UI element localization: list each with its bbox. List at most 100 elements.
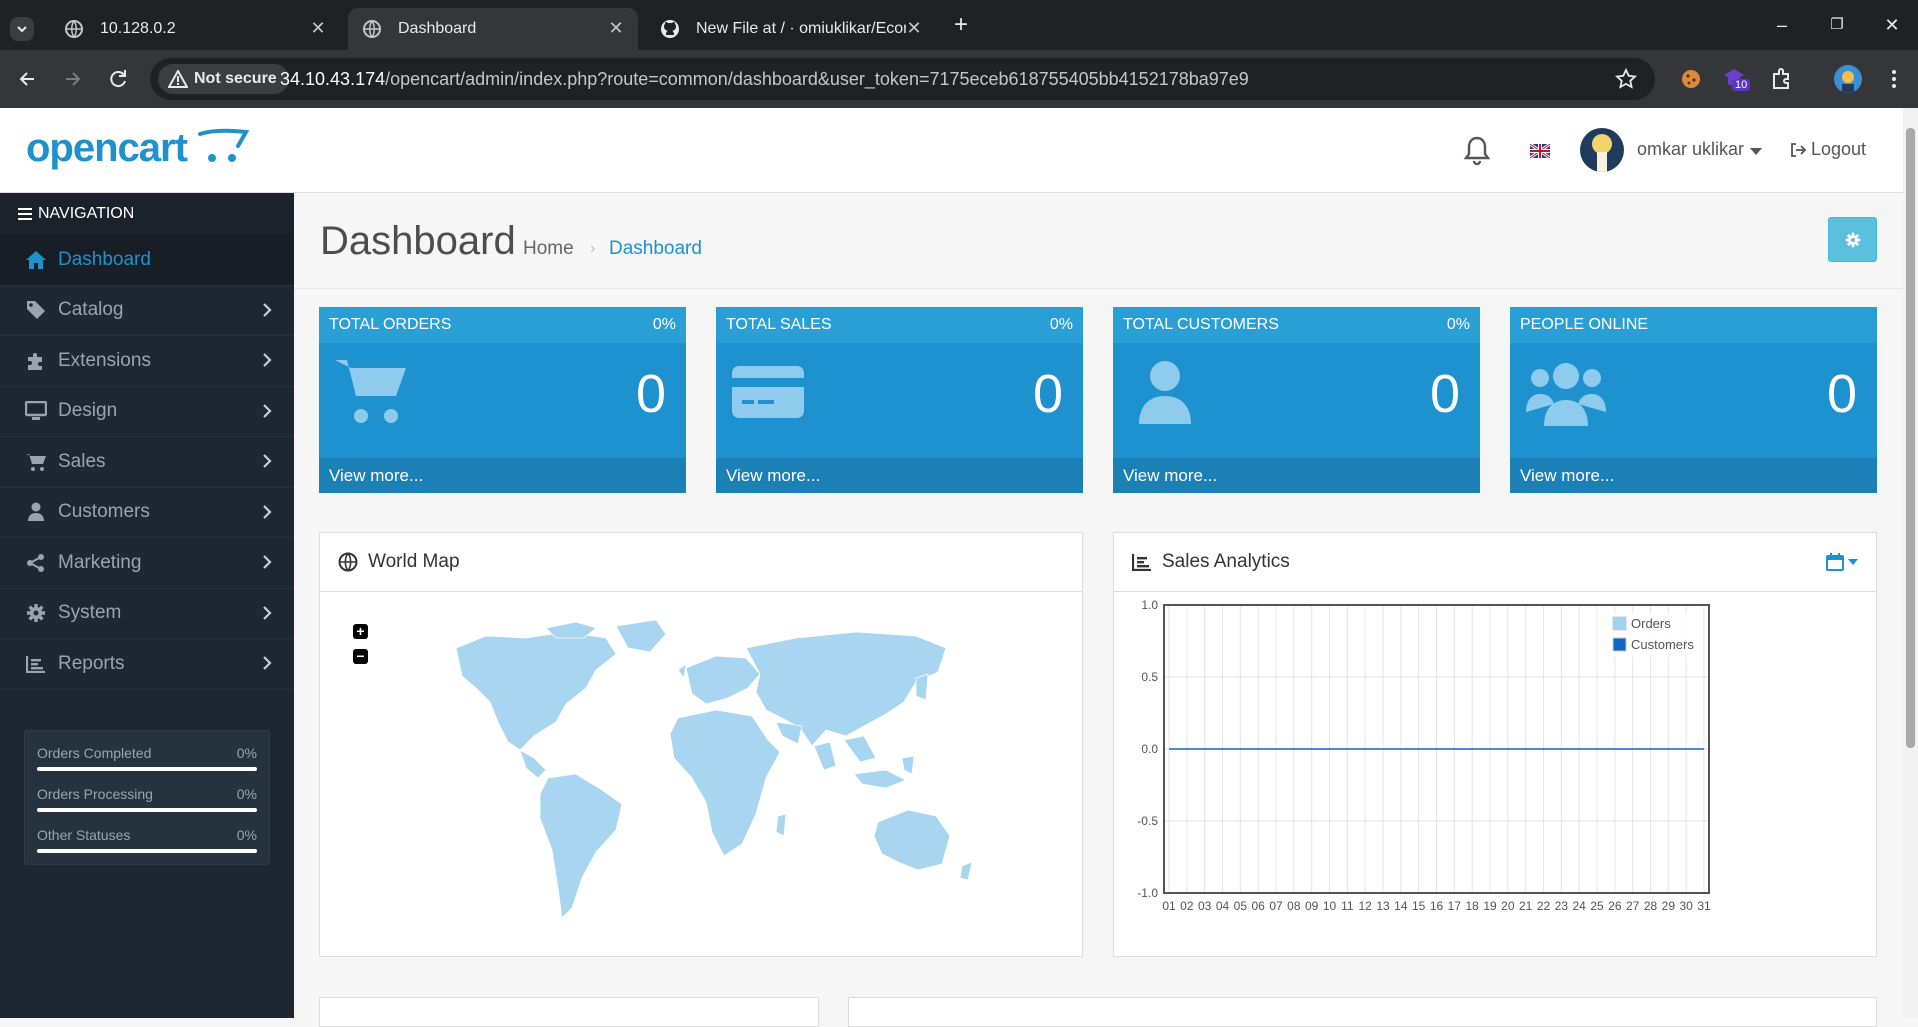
tile-value: 0 [1429,364,1460,424]
tile-view-more-link[interactable]: View more... [1113,458,1480,493]
stat-value: 0% [236,745,257,761]
minimize-button[interactable]: – [1767,12,1797,38]
x-tick-label: 08 [1287,899,1301,913]
close-icon[interactable]: ✕ [904,18,924,38]
map-zoom-out-button[interactable]: − [353,649,368,664]
x-tick-label: 29 [1662,899,1676,913]
tile-value: 0 [1032,364,1063,424]
chevron-right-icon [263,403,272,418]
sidebar-item-label: Design [58,400,118,422]
tile-percent: 0% [1049,316,1073,333]
logout-link[interactable]: Logout [1790,139,1866,160]
tile-header: TOTAL SALES 0% [716,307,1083,343]
caret-down-icon[interactable] [1750,148,1762,156]
sidebar-item-marketing[interactable]: Marketing [0,538,294,589]
address-bar[interactable]: Not secure 34.10.43.174/opencart/admin/i… [150,58,1655,100]
tile-percent: 0% [1446,316,1470,333]
stat-other-statuses: Other Statuses 0% [37,825,257,866]
bell-icon[interactable] [1462,134,1492,168]
close-icon[interactable]: ✕ [606,18,626,38]
x-tick-label: 30 [1679,899,1693,913]
url-text[interactable]: 34.10.43.174/opencart/admin/index.php?ro… [280,69,1249,90]
tile-view-more-link[interactable]: View more... [1510,458,1877,493]
page-scrollbar[interactable] [1903,108,1918,1018]
breadcrumb-home[interactable]: Home [523,238,574,260]
extension-badge-icon[interactable]: 10 [1720,65,1751,93]
chevron-right-icon [263,656,272,670]
star-icon[interactable] [1615,68,1637,90]
x-tick-label: 31 [1697,899,1711,913]
close-icon[interactable]: ✕ [308,18,328,38]
sidebar-item-customers[interactable]: Customers [0,488,294,538]
tile-percent: 0% [652,316,676,333]
tab-dashboard[interactable]: Dashboard ✕ [348,8,638,50]
globe-icon [338,552,358,572]
tile-view-more-link[interactable]: View more... [716,458,1083,493]
y-tick-label: 0.0 [1141,742,1158,756]
bar-chart-icon [24,652,48,676]
sidebar-item-system[interactable]: System [0,589,294,639]
url-host: 34.10.43.174 [280,69,386,89]
sidebar-item-design[interactable]: Design [0,387,294,437]
new-tab-button[interactable]: + [946,12,976,38]
cookie-icon[interactable] [1677,65,1705,93]
tab-github[interactable]: New File at / · omiuklikar/Ecom ✕ [646,8,936,50]
sidebar-item-reports[interactable]: Reports [0,639,294,690]
scrollbar-thumb[interactable] [1906,128,1915,748]
profile-avatar-icon[interactable] [1834,65,1862,93]
date-range-dropdown[interactable] [1826,553,1858,571]
app-header: opencart omkar uklikar Logout [0,108,1903,193]
x-tick-label: 04 [1216,899,1230,913]
tab-title: Dashboard [398,20,477,37]
tab-search-button[interactable] [0,8,44,50]
chevron-right-icon [263,353,272,367]
panel-title: World Map [368,551,460,572]
extensions-puzzle-icon[interactable] [1768,65,1796,93]
x-tick-label: 25 [1590,899,1604,913]
sidebar-item-extensions[interactable]: Extensions [0,336,294,387]
tile-body: 0 [1113,343,1480,458]
tile-view-more-link[interactable]: View more... [319,458,686,493]
url-path: /opencart/admin/index.php?route=common/d… [385,69,1249,89]
x-tick-label: 27 [1626,899,1640,913]
world-map[interactable] [416,618,976,938]
calendar-icon [1826,553,1844,571]
sidebar-item-dashboard[interactable]: Dashboard [0,235,294,286]
dashboard-settings-button[interactable] [1828,217,1877,262]
chevron-right-icon [263,605,272,620]
reload-icon[interactable] [104,65,132,93]
tab-first[interactable]: 10.128.0.2 ✕ [50,8,340,50]
close-window-button[interactable]: ✕ [1877,12,1907,38]
map-zoom-in-button[interactable]: + [353,624,368,639]
sidebar-item-label: Sales [58,450,106,472]
tile-value: 0 [1826,364,1857,424]
breadcrumb-dashboard[interactable]: Dashboard [609,238,702,260]
restore-button[interactable]: ❐ [1822,12,1852,38]
x-tick-label: 15 [1412,899,1426,913]
username-dropdown[interactable]: omkar uklikar [1637,139,1744,160]
sidebar-item-sales[interactable]: Sales [0,437,294,488]
monitor-icon [24,399,48,423]
forward-icon[interactable] [58,65,86,93]
x-tick-label: 02 [1180,899,1194,913]
partial-panel-right [848,997,1877,1027]
opencart-logo[interactable]: opencart [26,126,188,171]
chevron-right-icon [263,555,272,569]
x-tick-label: 20 [1501,899,1515,913]
user-avatar[interactable] [1580,128,1624,172]
back-icon[interactable] [14,65,42,93]
stat-orders-completed: Orders Completed 0% [37,743,257,784]
x-tick-label: 09 [1305,899,1319,913]
globe-icon [363,20,381,38]
x-tick-label: 26 [1608,899,1622,913]
sign-out-icon [1791,142,1806,157]
uk-flag-icon[interactable] [1530,144,1550,158]
stat-label: Orders Completed [37,745,152,761]
navigation-toggle[interactable]: NAVIGATION [0,193,294,235]
x-tick-label: 21 [1519,899,1533,913]
x-tick-label: 13 [1376,899,1390,913]
site-security-chip[interactable]: Not secure [158,64,289,94]
kebab-menu-icon[interactable] [1880,65,1908,93]
tile-total-customers: TOTAL CUSTOMERS 0% 0 View more... [1113,307,1480,493]
sidebar-item-catalog[interactable]: Catalog [0,286,294,336]
